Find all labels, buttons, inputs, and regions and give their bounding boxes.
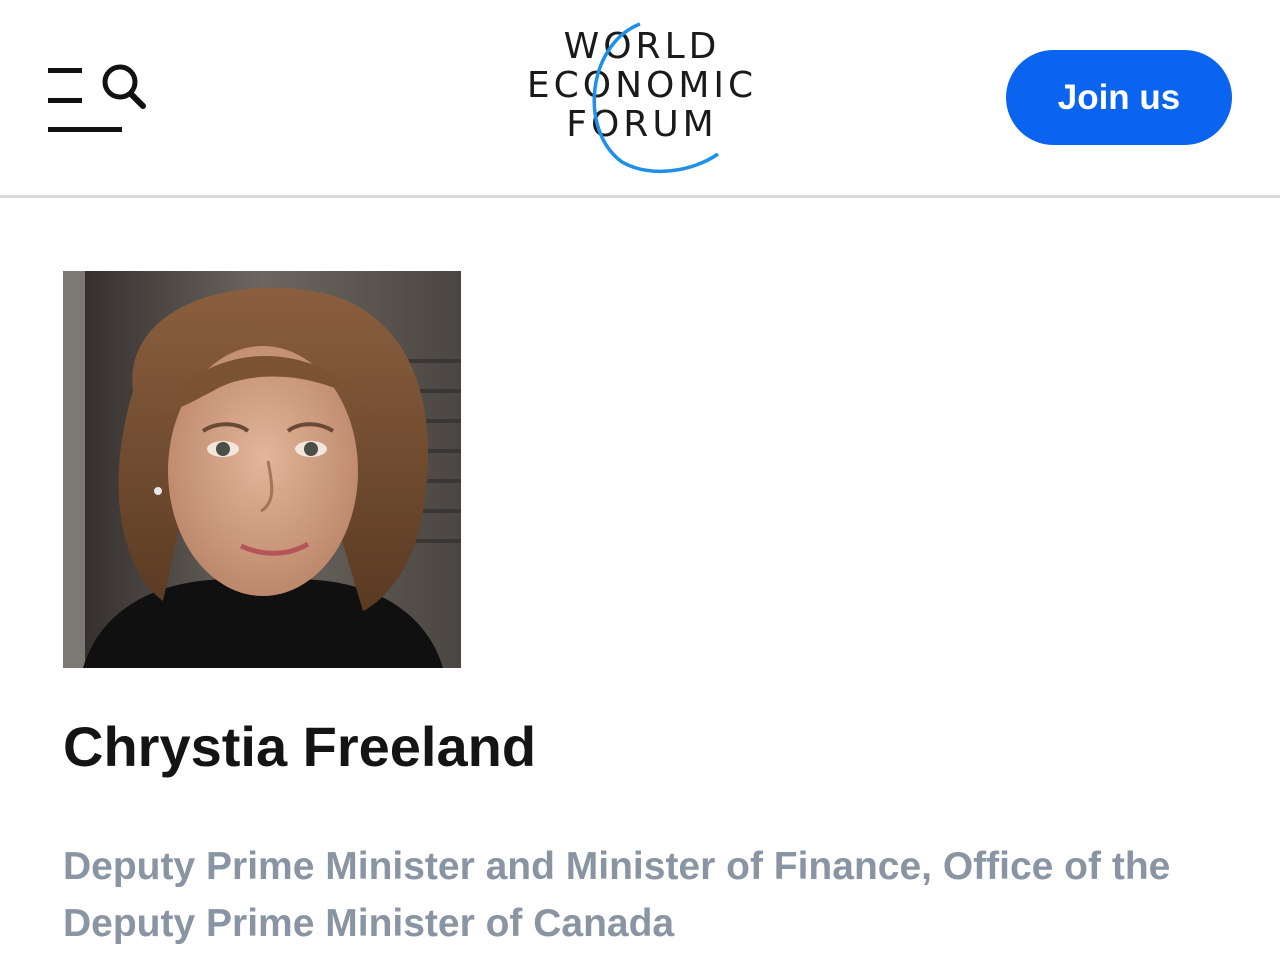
wef-logo[interactable]: WORLD ECONOMIC FORUM: [510, 20, 770, 180]
site-header: WORLD ECONOMIC FORUM Join us: [0, 0, 1280, 198]
logo-line-2: ECONOMIC: [527, 65, 757, 106]
logo-line-1: WORLD: [564, 26, 721, 67]
profile-role: Deputy Prime Minister and Minister of Fi…: [63, 845, 1171, 945]
logo-line-3: FORUM: [566, 104, 717, 145]
search-icon: [102, 64, 146, 109]
hamburger-menu-icon: [48, 64, 146, 132]
profile-name: Chrystia Freeland: [63, 715, 537, 778]
menu-search-button[interactable]: [46, 58, 150, 138]
join-us-button[interactable]: Join us: [1006, 50, 1232, 145]
profile-photo: [63, 271, 461, 668]
portrait-image: [63, 271, 461, 668]
